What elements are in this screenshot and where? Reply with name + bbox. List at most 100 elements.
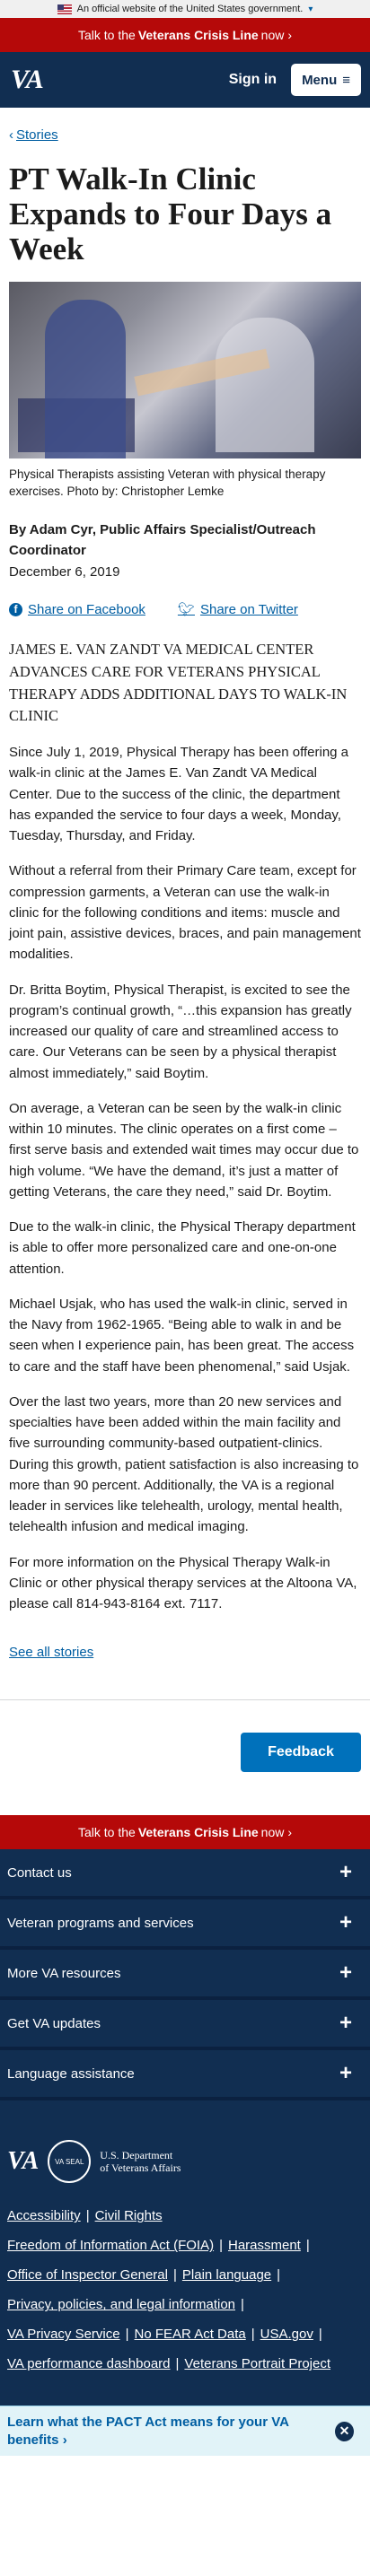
crisis-line-banner[interactable]: Talk to the Veterans Crisis Line now › (0, 18, 370, 52)
separator: | (277, 2267, 281, 2283)
footer-accordion-language[interactable]: Language assistance + (0, 2050, 370, 2101)
feedback-button[interactable]: Feedback (241, 1733, 361, 1773)
close-icon[interactable]: ✕ (335, 2421, 354, 2441)
article-paragraph: Without a referral from their Primary Ca… (9, 863, 361, 963)
crisis-suffix: now (260, 1825, 285, 1840)
crisis-suffix: now (260, 28, 285, 42)
accordion-label: Veteran programs and services (7, 1915, 194, 1931)
footer-link[interactable]: Harassment (228, 2238, 301, 2253)
footer-crisis-line-banner[interactable]: Talk to the Veterans Crisis Line now › (0, 1815, 370, 1850)
separator: | (241, 2297, 244, 2313)
footer-link[interactable]: Office of Inspector General (7, 2267, 168, 2283)
main-content: ‹ Stories PT Walk-In Clinic Expands to Fo… (0, 127, 370, 1660)
footer-link[interactable]: USA.gov (260, 2327, 313, 2342)
share-links: f Share on Facebook 🐦︎ Share on Twitter (9, 601, 361, 617)
site-footer: Contact us + Veteran programs and service… (0, 1849, 370, 2406)
pact-act-banner[interactable]: Learn what the PACT Act means for your V… (0, 2406, 370, 2457)
separator: | (125, 2327, 129, 2343)
separator: | (305, 2238, 310, 2254)
footer-accordion-updates[interactable]: Get VA updates + (0, 2000, 370, 2051)
share-twitter-link[interactable]: 🐦︎ Share on Twitter (177, 601, 298, 618)
plus-icon: + (339, 2011, 352, 2036)
facebook-icon: f (9, 602, 22, 616)
separator: | (175, 2356, 180, 2372)
accordion-label: Get VA updates (7, 2015, 101, 2031)
department-name: U.S. Department of Veterans Affairs (100, 2149, 181, 2175)
accordion-label: More VA resources (7, 1965, 121, 1981)
va-seal-icon: VA SEAL (48, 2140, 92, 2184)
article-paragraph: Due to the walk-in clinic, the Physical … (9, 1219, 356, 1277)
see-all-stories-link[interactable]: See all stories (9, 1645, 361, 1660)
page-title: PT Walk-In Clinic Expands to Four Days a… (9, 162, 332, 267)
footer-va-logo: VA (7, 2147, 40, 2176)
crisis-prefix: Talk to the (77, 28, 136, 42)
article-paragraph: Michael Usjak, who has used the walk-in … (9, 1296, 355, 1375)
article-paragraph: For more information on the Physical The… (9, 1554, 357, 1612)
site-header: VA Sign in Menu ≡ (0, 52, 370, 108)
separator: | (172, 2267, 177, 2283)
header-actions: Sign in Menu ≡ (229, 64, 361, 96)
accordion-label: Contact us (7, 1864, 72, 1881)
article-lead: JAMES E. VAN ZANDT VA MEDICAL CENTER ADV… (9, 641, 348, 725)
article-byline: By Adam Cyr, Public Affairs Specialist/O… (9, 521, 316, 558)
footer-link[interactable]: VA Privacy Service (7, 2327, 120, 2342)
share-facebook-label: Share on Facebook (28, 601, 145, 617)
crisis-bold: Veterans Crisis Line (137, 1825, 259, 1840)
plus-icon: + (339, 2061, 352, 2086)
crisis-arrow-icon: › (287, 28, 293, 42)
crisis-prefix: Talk to the (77, 1825, 136, 1840)
footer-link[interactable]: Accessibility (7, 2208, 81, 2223)
plus-icon: + (339, 1860, 352, 1885)
article-paragraph: Since July 1, 2019, Physical Therapy has… (9, 745, 349, 844)
hamburger-icon: ≡ (342, 72, 350, 88)
footer-link[interactable]: Veterans Portrait Project (184, 2356, 330, 2371)
pact-act-link[interactable]: Learn what the PACT Act means for your V… (7, 2414, 335, 2449)
dept-line1: U.S. Department (100, 2149, 173, 2162)
footer-link[interactable]: Plain language (182, 2267, 271, 2283)
article-date: December 6, 2019 (9, 564, 120, 581)
seal-text: VA SEAL (55, 2157, 84, 2166)
chevron-right-icon: › (62, 2432, 67, 2448)
footer-accordion-programs[interactable]: Veteran programs and services + (0, 1899, 370, 1951)
share-twitter-label: Share on Twitter (199, 601, 298, 617)
pact-text: Learn what the PACT Act means for your V… (7, 2414, 289, 2448)
footer-link[interactable]: No FEAR Act Data (135, 2327, 246, 2342)
separator: | (318, 2327, 322, 2343)
chevron-down-icon[interactable]: ▾ (308, 4, 313, 14)
article-paragraph: On average, a Veteran can be seen by the… (9, 1100, 359, 1200)
plus-icon: + (339, 1910, 352, 1935)
sign-in-button[interactable]: Sign in (229, 72, 277, 88)
separator: | (85, 2208, 90, 2224)
article-paragraph: Over the last two years, more than 20 ne… (9, 1393, 359, 1535)
official-gov-banner[interactable]: An official website of the United States… (0, 0, 370, 18)
twitter-icon: 🐦︎ (177, 602, 195, 618)
va-logo[interactable]: VA (11, 65, 44, 95)
article-photo (9, 281, 361, 458)
footer-logo[interactable]: VA VA SEAL U.S. Department of Veterans Af… (0, 2100, 370, 2201)
footer-link[interactable]: VA performance dashboard (7, 2356, 171, 2371)
footer-accordion-contact[interactable]: Contact us + (0, 1849, 370, 1900)
accordion-label: Language assistance (7, 2065, 135, 2082)
photo-caption: Physical Therapists assisting Veteran wi… (9, 467, 326, 499)
separator: | (219, 2238, 223, 2254)
dept-line2: of Veterans Affairs (100, 2161, 181, 2175)
footer-links: Accessibility | Civil Rights Freedom of In… (0, 2201, 370, 2406)
breadcrumb-stories-link[interactable]: Stories (16, 127, 58, 143)
footer-link[interactable]: Freedom of Information Act (FOIA) (7, 2238, 214, 2253)
menu-button[interactable]: Menu ≡ (291, 64, 361, 96)
crisis-arrow-icon: › (287, 1825, 293, 1840)
breadcrumb: ‹ Stories (9, 127, 361, 143)
article-paragraph: Dr. Britta Boytim, Physical Therapist, i… (9, 982, 352, 1081)
plus-icon: + (339, 1960, 352, 1986)
footer-link[interactable]: Privacy, policies, and legal information (7, 2297, 235, 2312)
footer-link[interactable]: Civil Rights (95, 2208, 163, 2223)
footer-accordion-resources[interactable]: More VA resources + (0, 1950, 370, 2001)
share-facebook-link[interactable]: f Share on Facebook (9, 601, 145, 617)
crisis-bold: Veterans Crisis Line (137, 28, 259, 42)
feedback-area: Feedback (0, 1733, 370, 1773)
content-divider (0, 1699, 370, 1701)
separator: | (251, 2327, 255, 2343)
menu-label: Menu (302, 72, 338, 88)
gov-banner-text: An official website of the United States… (76, 4, 304, 14)
chevron-left-icon: ‹ (9, 127, 13, 143)
